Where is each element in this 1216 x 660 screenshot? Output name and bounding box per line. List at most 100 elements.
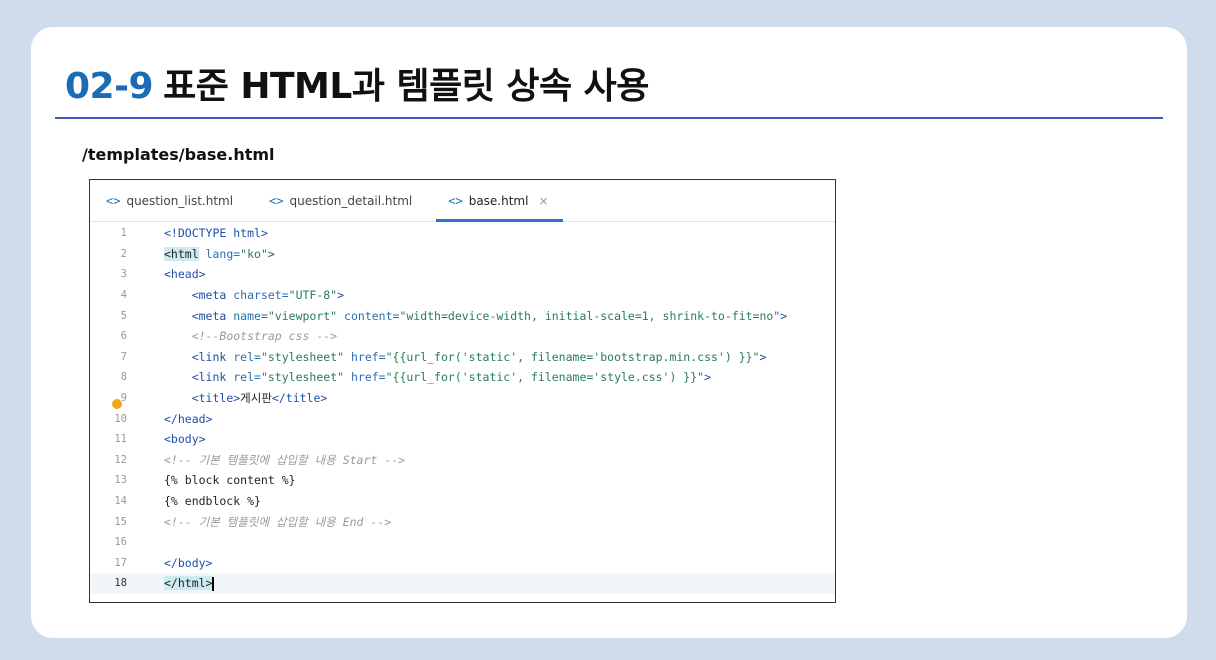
text-caret [212, 576, 215, 591]
code-token: <link [191, 370, 227, 385]
code-line[interactable]: 5 <meta name="viewport" content="width=d… [90, 305, 835, 326]
line-number: 8 [120, 371, 127, 384]
line-number: 10 [114, 412, 127, 425]
code-text: {% block content %} [164, 473, 296, 487]
code-token: </title> [271, 391, 328, 406]
file-path-label: /templates/base.html [82, 145, 275, 164]
code-line[interactable]: 15 <!-- 기본 템플릿에 삽입할 내용 End --> [90, 511, 835, 532]
code-line[interactable]: 1 <!DOCTYPE html> [90, 223, 835, 244]
code-token: html [233, 226, 261, 241]
code-token: <!-- 기본 템플릿에 삽입할 내용 Start --> [164, 452, 406, 467]
slide: 02-9 표준 HTML과 템플릿 상속 사용 /templates/base.h… [31, 27, 1187, 638]
code-token: <link [191, 349, 227, 364]
code-text: </body> [164, 556, 212, 570]
code-area[interactable]: 1 <!DOCTYPE html> 2 <html lang="ko"> 3 <head>… [90, 222, 835, 594]
code-token: "UTF-8" [288, 288, 338, 303]
code-token: > [337, 288, 345, 303]
line-number: 13 [114, 474, 127, 487]
code-token: > [780, 308, 788, 323]
code-text: <meta name="viewport" content="width=dev… [164, 309, 787, 323]
title-divider [55, 117, 1163, 119]
code-line[interactable]: 2 <html lang="ko"> [90, 244, 835, 265]
tab-question-detail-html[interactable]: <> question_detail.html [267, 180, 424, 221]
code-text: <!DOCTYPE html> [164, 226, 268, 240]
code-brackets-icon: <> [106, 193, 121, 208]
code-token: "stylesheet" [260, 370, 345, 385]
code-editor: <> question_list.html <> question_detail.ht… [89, 179, 836, 603]
code-line[interactable]: 14 {% endblock %} [90, 491, 835, 512]
code-token: "stylesheet" [260, 349, 345, 364]
code-token: {% endblock %} [164, 494, 261, 509]
line-number: 17 [114, 556, 127, 569]
code-token: name= [226, 308, 268, 323]
line-number: 2 [120, 247, 127, 260]
code-token: rel= [226, 349, 261, 364]
code-line[interactable]: 18 </html> [90, 573, 835, 594]
line-number: 16 [114, 536, 127, 549]
code-token: </head> [164, 411, 213, 426]
tab-question-list-html[interactable]: <> question_list.html [104, 180, 245, 221]
code-token: <!DOCTYPE [164, 226, 234, 241]
code-text: <title>게시판</title> [164, 390, 328, 406]
line-number: 4 [120, 289, 127, 302]
code-line[interactable]: 9 <title>게시판</title> [90, 388, 835, 409]
code-token: href= [344, 370, 386, 385]
code-line[interactable]: 12 <!-- 기본 템플릿에 삽입할 내용 Start --> [90, 450, 835, 471]
code-line[interactable]: 17 </body> [90, 553, 835, 574]
code-token: <body> [164, 432, 206, 447]
code-brackets-icon: <> [269, 193, 284, 208]
line-number: 6 [120, 330, 127, 343]
tab-label: question_list.html [126, 193, 234, 208]
line-number: 11 [114, 433, 127, 446]
code-line[interactable]: 13 {% block content %} [90, 470, 835, 491]
code-text: <!-- 기본 템플릿에 삽입할 내용 Start --> [164, 452, 405, 468]
code-token: <meta [191, 308, 227, 323]
code-text: <body> [164, 432, 206, 446]
code-text: <!-- 기본 템플릿에 삽입할 내용 End --> [164, 514, 391, 530]
line-number: 7 [120, 350, 127, 363]
code-token: href= [344, 349, 386, 364]
code-text: {% endblock %} [164, 494, 261, 508]
code-line[interactable]: 3 <head> [90, 264, 835, 285]
line-number: 5 [120, 309, 127, 322]
line-number: 12 [114, 453, 127, 466]
code-token: > [704, 370, 712, 385]
code-token: "{{url_for('static', filename='style.css… [385, 370, 705, 385]
code-line[interactable]: 4 <meta charset="UTF-8"> [90, 285, 835, 306]
code-line[interactable]: 6 <!--Bootstrap css --> [90, 326, 835, 347]
code-token: rel= [226, 370, 261, 385]
line-number: 18 [114, 577, 127, 590]
code-line[interactable]: 11 <body> [90, 429, 835, 450]
code-brackets-icon: <> [448, 193, 463, 208]
code-line[interactable]: 7 <link rel="stylesheet" href="{{url_for… [90, 347, 835, 368]
code-text: <link rel="stylesheet" href="{{url_for('… [164, 349, 767, 364]
code-token: > [759, 349, 767, 364]
code-token: </html> [164, 576, 213, 591]
code-token: </body> [164, 555, 213, 570]
tab-label: base.html [468, 193, 529, 208]
code-text: </html> [164, 576, 215, 591]
close-tab-icon[interactable]: × [538, 194, 548, 208]
line-number: 15 [114, 515, 127, 528]
code-token: "width=device-width, initial-scale=1, sh… [399, 308, 781, 323]
mouse-cursor-dot [112, 399, 122, 409]
code-line[interactable]: 10 </head> [90, 408, 835, 429]
tab-base-html[interactable]: <> base.html × [436, 180, 563, 222]
tab-label: question_detail.html [289, 193, 413, 208]
code-token: <meta [191, 288, 227, 303]
code-token: "viewport" [267, 308, 338, 323]
code-token: <head> [164, 267, 206, 282]
code-token: <html [164, 246, 199, 261]
code-token: {% block content %} [164, 473, 296, 488]
code-token: <!--Bootstrap css --> [191, 329, 338, 344]
code-line[interactable]: 8 <link rel="stylesheet" href="{{url_for… [90, 367, 835, 388]
editor-tab-bar: <> question_list.html <> question_detail.ht… [90, 180, 835, 222]
code-token: lang= [198, 246, 241, 261]
code-token: content= [337, 308, 400, 323]
code-text: <link rel="stylesheet" href="{{url_for('… [164, 370, 711, 384]
code-text: <html lang="ko"> [164, 246, 275, 261]
code-token: <title> [191, 391, 241, 406]
code-line[interactable]: 16 [90, 532, 835, 553]
title-number: 02-9 [65, 66, 154, 107]
code-token: 게시판 [240, 391, 272, 406]
